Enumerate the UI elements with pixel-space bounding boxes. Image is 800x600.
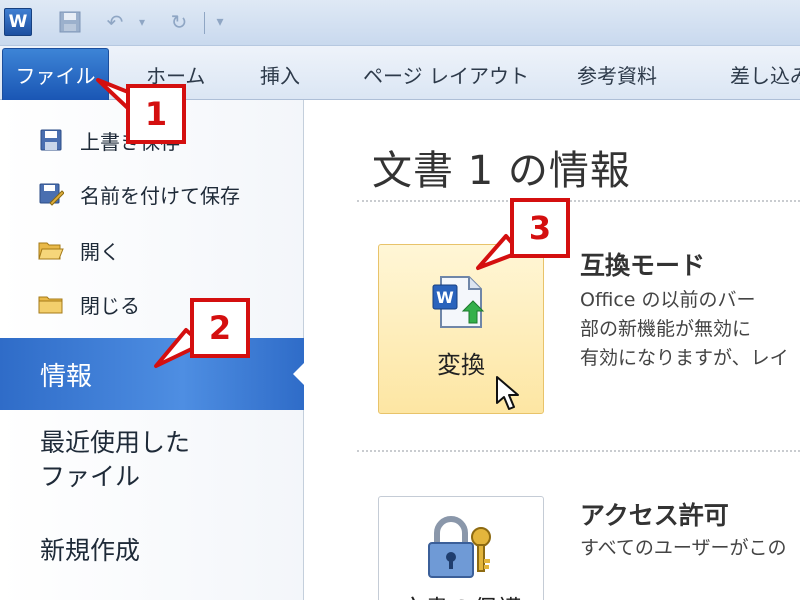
callout-2: 2 — [190, 298, 250, 358]
callout-pointers — [96, 78, 522, 368]
callout-1: 1 — [126, 84, 186, 144]
callout-3: 3 — [510, 198, 570, 258]
